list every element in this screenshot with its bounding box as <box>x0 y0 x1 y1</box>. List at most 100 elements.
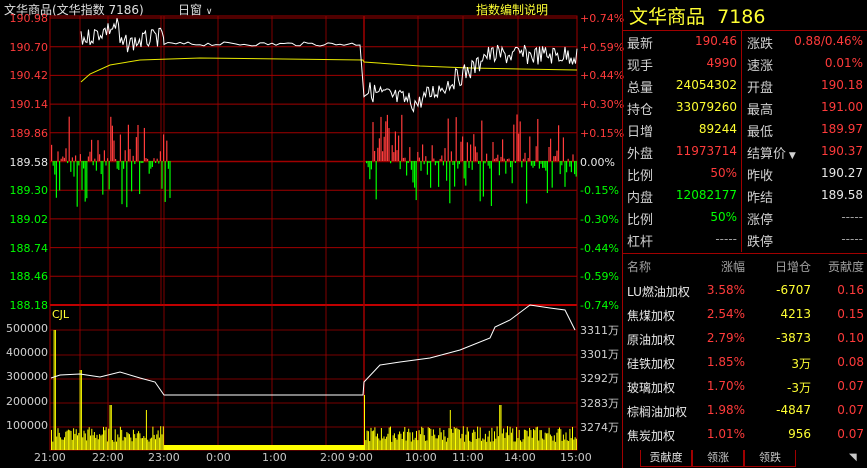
time-tick-label: 14:00 <box>504 451 536 464</box>
table-cell[interactable]: 0.10 <box>815 331 864 345</box>
table-cell[interactable]: 1.85% <box>701 355 745 369</box>
quote-label: 比例 <box>627 169 654 184</box>
quote-value: 190.37 <box>821 144 863 158</box>
table-cell[interactable]: 0.16 <box>815 283 864 297</box>
quote-label: 昨结 <box>747 191 774 206</box>
tab-gainers[interactable]: 领涨 <box>692 450 744 467</box>
quote-value: 190.18 <box>821 78 863 92</box>
table-cell[interactable]: 玻璃加权 <box>627 379 697 396</box>
chart-grid <box>49 15 578 451</box>
quote-value: ----- <box>841 232 863 246</box>
table-cell[interactable]: -3万 <box>749 379 811 396</box>
table-cell[interactable]: LU燃油加权 <box>627 283 697 300</box>
volume-tick-label: 200000 <box>6 394 48 408</box>
percent-tick-label: 0.00% <box>580 155 615 169</box>
table-cell[interactable]: 4213 <box>749 307 811 321</box>
quote-value: 190.46 <box>695 34 737 48</box>
table-cell[interactable]: 0.07 <box>815 427 864 441</box>
quote-label: 杠杆 <box>627 235 654 250</box>
time-tick-label: 15:00 <box>560 451 592 464</box>
table-cell[interactable]: 1.70% <box>701 379 745 393</box>
table-cell[interactable]: 硅铁加权 <box>627 355 697 372</box>
tab-contrib[interactable]: 贡献度 <box>640 450 692 467</box>
quote-value: 33079260 <box>675 100 737 114</box>
table-cell[interactable]: 956 <box>749 427 811 441</box>
table-cell[interactable]: 原油加权 <box>627 331 697 348</box>
quote-label: 比例 <box>627 213 654 228</box>
quote-value: 50% <box>710 210 737 224</box>
quote-value: 4990 <box>706 56 737 70</box>
quote-value: ----- <box>841 210 863 224</box>
quote-label: 总量 <box>627 81 654 96</box>
volume-tick-label: 400000 <box>6 346 48 360</box>
quote-value: 89244 <box>698 122 737 136</box>
quote-label: 昨收 <box>747 169 774 184</box>
table-cell[interactable]: 1.01% <box>701 427 745 441</box>
table-cell[interactable]: 3.58% <box>701 283 745 297</box>
table-cell[interactable]: 0.07 <box>815 403 864 417</box>
time-tick-label: 21:00 <box>34 451 66 464</box>
price-tick-label: 190.98 <box>9 12 49 25</box>
table-header[interactable]: 贡献度 <box>815 258 864 275</box>
percent-tick-label: -0.15% <box>580 184 619 198</box>
price-tick-label: 189.30 <box>9 184 49 198</box>
quote-value: 12082177 <box>675 188 737 202</box>
quote-value: ----- <box>715 232 737 246</box>
quote-value: 189.58 <box>821 188 863 202</box>
percent-tick-label: +0.74% <box>580 12 625 25</box>
quote-value: 11973714 <box>675 144 737 158</box>
percent-tick-label: -0.30% <box>580 212 619 226</box>
time-tick-label: 10:00 <box>405 451 437 464</box>
time-tick-label: 11:00 <box>452 451 484 464</box>
quote-value: 24054302 <box>675 78 737 92</box>
time-tick-label: 2:00 9:00 <box>320 451 373 464</box>
table-header[interactable]: 名称 <box>627 258 697 275</box>
quote-value: 0.88/0.46% <box>794 34 863 48</box>
table-cell[interactable]: 焦炭加权 <box>627 427 697 444</box>
intraday-chart[interactable] <box>0 0 622 468</box>
quote-label: 持仓 <box>627 103 654 118</box>
quote-label: 跌停 <box>747 235 774 250</box>
table-cell[interactable]: 1.98% <box>701 403 745 417</box>
time-tick-label: 0:00 <box>206 451 231 464</box>
quote-label: 开盘 <box>747 81 774 96</box>
quote-title: 文华商品 7186 <box>629 2 765 29</box>
table-header[interactable]: 日增仓 <box>749 258 811 275</box>
quote-label: 内盘 <box>627 191 654 206</box>
quote-label: 速涨 <box>747 59 774 74</box>
volume-tick-label: 100000 <box>6 418 48 432</box>
table-cell[interactable]: -3873 <box>749 331 811 345</box>
volume-bars <box>51 330 577 450</box>
oi-tick-label: 3274万 <box>580 420 619 434</box>
table-cell[interactable]: 2.79% <box>701 331 745 345</box>
table-cell[interactable]: 0.15 <box>815 307 864 321</box>
volume-label: CJL <box>52 308 70 321</box>
price-tick-label: 188.74 <box>9 241 49 255</box>
table-cell[interactable]: -4847 <box>749 403 811 417</box>
oi-tick-label: 3301万 <box>580 348 619 362</box>
table-cell[interactable]: 3万 <box>749 355 811 372</box>
time-tick-label: 23:00 <box>148 451 180 464</box>
table-cell[interactable]: -6707 <box>749 283 811 297</box>
table-cell[interactable]: 焦煤加权 <box>627 307 697 324</box>
oi-tick-label: 3283万 <box>580 396 619 410</box>
quote-label: 涨跌 <box>747 37 774 52</box>
collapse-icon[interactable]: ◥ <box>849 452 857 463</box>
table-cell[interactable]: 0.07 <box>815 379 864 393</box>
table-header[interactable]: 涨幅 <box>701 258 745 275</box>
table-cell[interactable]: 0.08 <box>815 355 864 369</box>
percent-tick-label: +0.15% <box>580 126 625 140</box>
price-tick-label: 188.18 <box>9 299 49 312</box>
open-interest-line <box>50 304 576 396</box>
price-tick-label: 188.46 <box>9 270 49 284</box>
tab-losers[interactable]: 领跌 <box>744 450 796 467</box>
table-cell[interactable]: 2.54% <box>701 307 745 321</box>
quote-label: 外盘 <box>627 147 654 162</box>
percent-tick-label: -0.44% <box>580 241 619 255</box>
price-tick-label: 190.42 <box>9 69 49 83</box>
volume-tick-label: 500000 <box>6 322 48 335</box>
table-cell[interactable]: 棕榈油加权 <box>627 403 697 420</box>
quote-label: 最新 <box>627 37 654 52</box>
quote-value: 189.97 <box>821 122 863 136</box>
quote-value: 190.27 <box>821 166 863 180</box>
